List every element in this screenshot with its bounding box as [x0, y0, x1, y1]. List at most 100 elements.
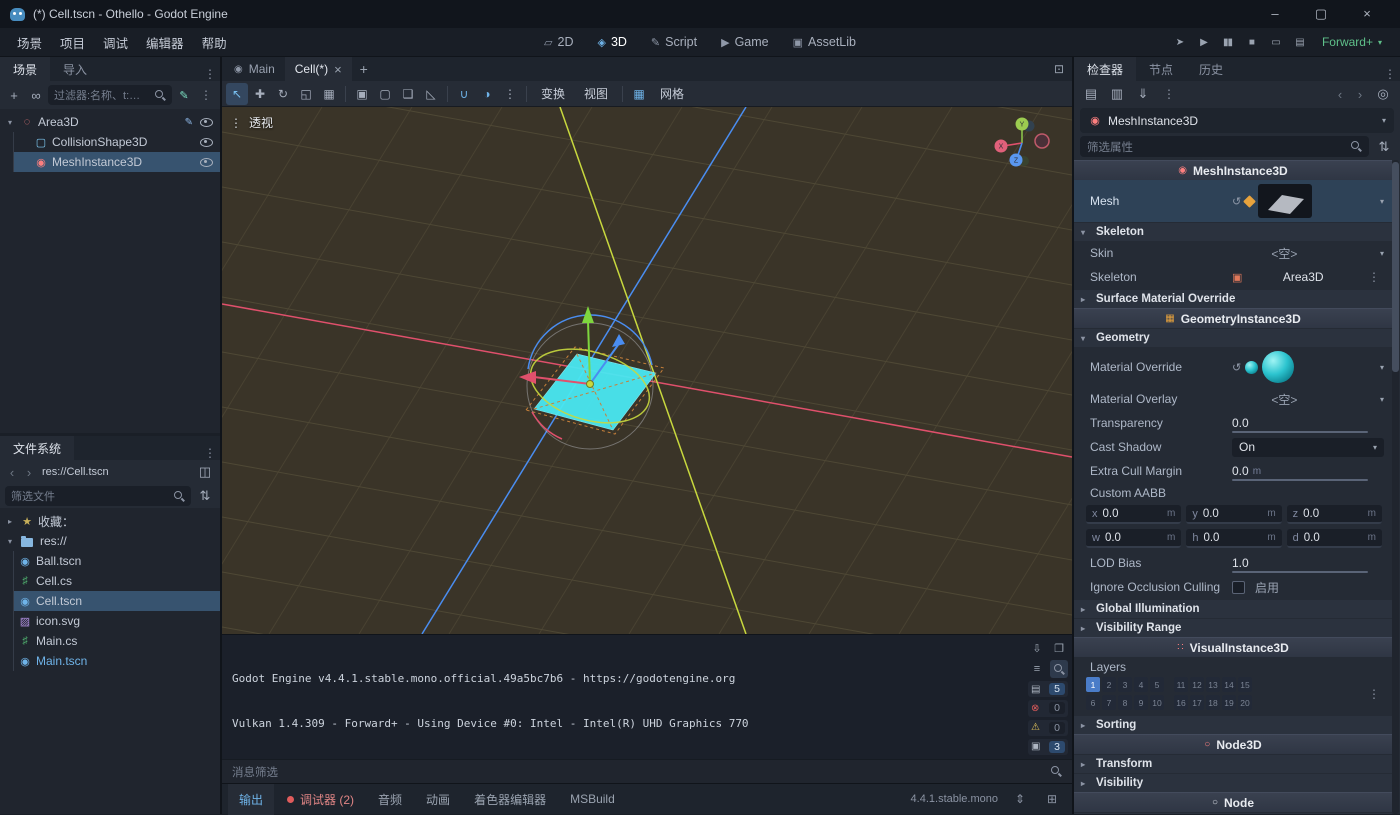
property-filter-input[interactable]: 筛选属性 — [1080, 136, 1369, 157]
section-visibility-range[interactable]: ▸ Visibility Range — [1074, 619, 1392, 637]
section-transform[interactable]: ▸ Transform — [1074, 755, 1392, 773]
layer-toggle[interactable]: 3 — [1118, 677, 1132, 692]
layer-toggle[interactable]: 8 — [1118, 695, 1132, 710]
file-row[interactable]: ◉ Ball.tscn — [14, 551, 220, 571]
close-tab-icon[interactable]: × — [334, 63, 342, 76]
section-skeleton[interactable]: ▾ Skeleton — [1074, 223, 1392, 241]
tree-row-collisionshape3d[interactable]: ▢ CollisionShape3D — [14, 132, 220, 152]
tab-history[interactable]: 历史 — [1186, 57, 1236, 81]
tab-output[interactable]: 输出 — [228, 784, 274, 815]
move-arrow-z-head[interactable] — [612, 334, 625, 347]
mode-script-button[interactable]: ✎ Script — [640, 28, 708, 57]
save-resource-icon[interactable]: ⇓ — [1133, 84, 1153, 104]
list-select-tool-icon[interactable]: ▦ — [318, 83, 340, 105]
transform-menu[interactable]: 变换 — [532, 85, 574, 102]
skeleton-value[interactable]: Area3D — [1283, 270, 1324, 284]
visibility-eye-icon[interactable] — [200, 138, 213, 147]
layer-toggle[interactable]: 16 — [1174, 695, 1188, 710]
layer-toggle[interactable]: 13 — [1206, 677, 1220, 692]
transparency-value[interactable]: 0.0 — [1232, 416, 1249, 430]
property-name-style-icon[interactable]: ⇅ — [1374, 137, 1394, 157]
layers-options-icon[interactable]: ⋮ — [1364, 687, 1384, 701]
menu-scene[interactable]: 场景 — [8, 33, 51, 52]
property-cast-shadow[interactable]: Cast Shadow On ▾ — [1074, 435, 1392, 459]
movie-maker-icon[interactable]: ▤ — [1288, 37, 1311, 48]
play-custom-scene-icon[interactable]: ➤ — [1168, 37, 1191, 48]
menu-debug[interactable]: 调试 — [94, 33, 137, 52]
property-extra-cull-margin[interactable]: Extra Cull Margin 0.0 m — [1074, 459, 1392, 483]
file-row[interactable]: ◉ Main.tscn — [14, 651, 220, 671]
aabb-d-field[interactable]: d 0.0 m — [1287, 529, 1382, 548]
move-tool-icon[interactable]: ✚ — [249, 83, 271, 105]
new-scene-tab-button[interactable]: + — [352, 57, 376, 81]
select-tool-icon[interactable]: ↖ — [226, 83, 248, 105]
layer-toggle[interactable]: 9 — [1134, 695, 1148, 710]
mode-game-button[interactable]: ▶ Game — [710, 28, 780, 57]
scene-filter-input[interactable]: 过滤器:名称、t:类型、 — [48, 85, 172, 105]
edited-object-selector[interactable]: ◉ MeshInstance3D ▾ — [1080, 108, 1394, 133]
filter-editor-button[interactable]: ▣ 3 — [1028, 739, 1068, 755]
mesh-menu[interactable]: 网格 — [651, 85, 693, 102]
layer-toggle[interactable]: 10 — [1150, 695, 1164, 710]
tab-inspector[interactable]: 检查器 — [1074, 57, 1136, 81]
tab-animation[interactable]: 动画 — [415, 784, 461, 815]
instantiate-scene-icon[interactable]: ∞ — [26, 85, 46, 105]
tab-audio[interactable]: 音频 — [367, 784, 413, 815]
layer-toggle[interactable]: 1 — [1086, 677, 1100, 692]
mode-3d-button[interactable]: ◈ 3D — [586, 28, 637, 57]
filter-messages-button[interactable]: ▤ 5 — [1028, 681, 1068, 697]
section-visibility[interactable]: ▸ Visibility — [1074, 774, 1392, 792]
snap-toggle-icon[interactable]: ∪ — [453, 83, 475, 105]
property-skeleton[interactable]: Skeleton ▣ Area3D ⋮ — [1074, 265, 1392, 289]
property-lod-bias[interactable]: LOD Bias 1.0 — [1074, 551, 1392, 575]
ruler-tool-icon[interactable]: ◺ — [420, 83, 442, 105]
section-process[interactable]: ▸ Process — [1074, 813, 1392, 814]
filter-warnings-button[interactable]: ⚠ 0 — [1028, 720, 1068, 736]
close-button[interactable]: × — [1344, 6, 1390, 22]
file-row[interactable]: ♯ Main.cs — [14, 631, 220, 651]
layer-toggle[interactable]: 5 — [1150, 677, 1164, 692]
menu-help[interactable]: 帮助 — [193, 33, 236, 52]
collapse-icon[interactable]: ▾ — [4, 118, 16, 127]
inspector-scrollbar[interactable] — [1392, 160, 1399, 814]
history-back-icon[interactable]: ‹ — [1333, 87, 1347, 102]
aabb-y-field[interactable]: y 0.0 m — [1186, 505, 1281, 524]
viewport-3d[interactable]: ⋮ 透视 Y X Z — [222, 107, 1072, 634]
aabb-h-field[interactable]: h 0.0 m — [1186, 529, 1281, 548]
layer-toggle[interactable]: 4 — [1134, 677, 1148, 692]
mode-2d-button[interactable]: ▱ 2D — [533, 28, 584, 57]
chevron-down-icon[interactable]: ▾ — [1380, 249, 1384, 258]
save-log-icon[interactable]: ⇩ — [1028, 639, 1046, 657]
section-global-illumination[interactable]: ▸ Global Illumination — [1074, 600, 1392, 618]
tree-row-area3d[interactable]: ▾ ◌ Area3D ✎ — [0, 112, 220, 132]
unlock-node-icon[interactable]: ▢ — [374, 83, 396, 105]
menu-editor[interactable]: 编辑器 — [137, 33, 193, 52]
layer-toggle[interactable]: 14 — [1222, 677, 1236, 692]
revert-icon[interactable]: ↺ — [1232, 361, 1241, 374]
menu-project[interactable]: 项目 — [51, 33, 94, 52]
skeleton-options-icon[interactable]: ⋮ — [1364, 270, 1384, 284]
remote-debug-icon[interactable]: ▭ — [1264, 37, 1287, 48]
property-transparency[interactable]: Transparency 0.0 — [1074, 411, 1392, 435]
copy-log-icon[interactable]: ❐ — [1050, 639, 1068, 657]
chevron-down-icon[interactable]: ▾ — [1380, 197, 1384, 206]
panel-layout-icon[interactable]: ⊞ — [1042, 792, 1062, 806]
maximize-button[interactable]: ▢ — [1298, 6, 1344, 22]
message-filter-input[interactable]: 消息筛选 — [222, 759, 1072, 783]
file-filter-input[interactable]: 筛选文件 — [5, 486, 191, 506]
load-resource-icon[interactable]: ▥ — [1107, 84, 1127, 104]
expand-bottom-panel-icon[interactable]: ⇕ — [1010, 792, 1030, 806]
section-surface-material-override[interactable]: ▸ Surface Material Override — [1074, 290, 1392, 308]
root-folder-row[interactable]: ▾ res:// — [0, 531, 220, 551]
layer-toggle[interactable]: 19 — [1222, 695, 1236, 710]
extra-cull-value[interactable]: 0.0 — [1232, 464, 1249, 478]
play-icon[interactable]: ▶ — [1192, 37, 1215, 48]
orientation-gizmo[interactable]: Y X Z — [986, 113, 1056, 173]
favorites-row[interactable]: ▸ ★ 收藏： — [0, 511, 220, 531]
visibility-eye-icon[interactable] — [200, 158, 213, 167]
gizmo-neg-x[interactable] — [1035, 134, 1049, 148]
file-row[interactable]: ♯ Cell.cs — [14, 571, 220, 591]
tab-import[interactable]: 导入 — [50, 57, 100, 81]
property-material-overlay[interactable]: Material Overlay <空> ▾ — [1074, 387, 1392, 411]
group-node-icon[interactable]: ❑ — [397, 83, 419, 105]
